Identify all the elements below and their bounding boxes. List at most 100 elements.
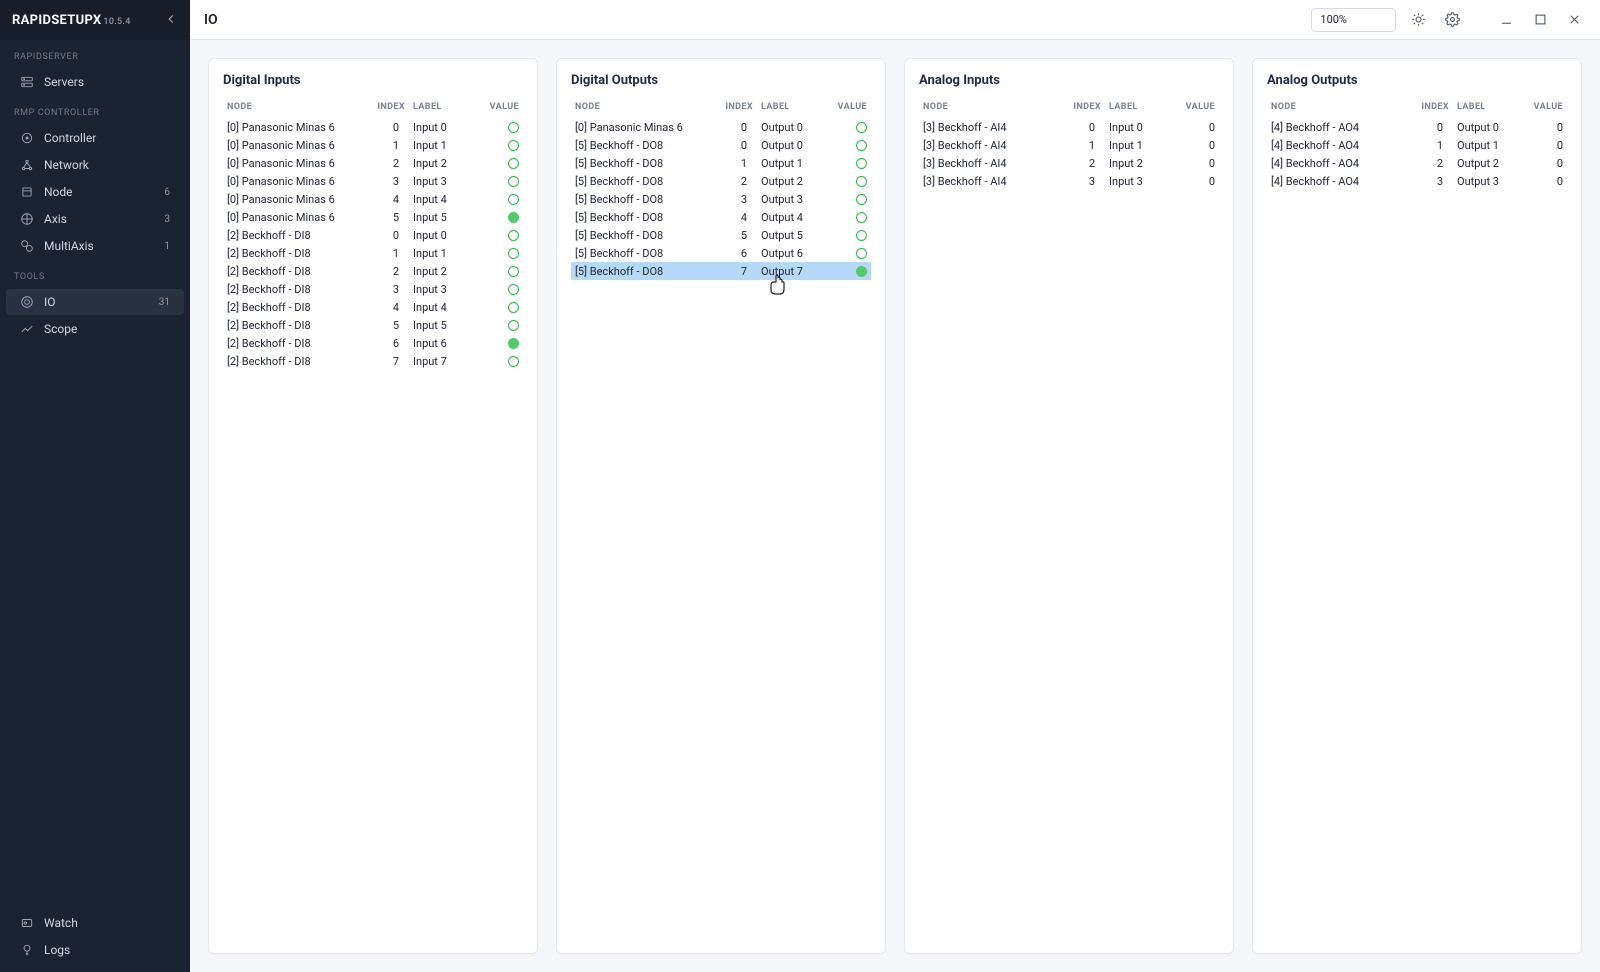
sidebar-item-controller[interactable]: Controller [6, 125, 184, 151]
table-row[interactable]: [0] Panasonic Minas 63Input 3 [223, 172, 523, 190]
table-row[interactable]: [2] Beckhoff - DI85Input 5 [223, 316, 523, 334]
col-node: NODE [919, 98, 1057, 118]
cell-label: Output 3 [757, 190, 829, 208]
table-row[interactable]: [5] Beckhoff - DO84Output 4 [571, 208, 871, 226]
status-led[interactable] [856, 212, 867, 223]
cell-label: Output 0 [1453, 118, 1525, 136]
cell-node: [2] Beckhoff - DI8 [223, 298, 361, 316]
col-value: VALUE [1525, 98, 1567, 118]
cell-node: [3] Beckhoff - AI4 [919, 172, 1057, 190]
status-led[interactable] [856, 230, 867, 241]
cell-label: Input 5 [409, 208, 481, 226]
status-led [508, 284, 519, 295]
table-row[interactable]: [2] Beckhoff - DI86Input 6 [223, 334, 523, 352]
cell-index: 4 [709, 208, 757, 226]
table-row[interactable]: [4] Beckhoff - AO40Output 00 [1267, 118, 1567, 136]
sidebar-item-servers[interactable]: Servers [6, 69, 184, 95]
table-row[interactable]: [2] Beckhoff - DI80Input 0 [223, 226, 523, 244]
settings-button[interactable] [1440, 8, 1464, 32]
sidebar-item-scope[interactable]: Scope [6, 316, 184, 342]
table-row[interactable]: [3] Beckhoff - AI41Input 10 [919, 136, 1219, 154]
sidebar-item-label: Controller [44, 131, 160, 145]
table-row[interactable]: [0] Panasonic Minas 62Input 2 [223, 154, 523, 172]
cell-index: 0 [709, 136, 757, 154]
table-row[interactable]: [0] Panasonic Minas 60Output 0 [571, 118, 871, 136]
sidebar: RAPIDSETUPX10.5.4 RAPIDSERVERServersRMP … [0, 0, 190, 972]
sidebar-item-io[interactable]: IO31 [6, 289, 184, 315]
content-area: Digital InputsNODEINDEXLABELVALUE[0] Pan… [190, 40, 1600, 972]
table-row[interactable]: [0] Panasonic Minas 65Input 5 [223, 208, 523, 226]
table-row[interactable]: [2] Beckhoff - DI87Input 7 [223, 352, 523, 370]
table-row[interactable]: [4] Beckhoff - AO41Output 10 [1267, 136, 1567, 154]
sidebar-item-label: MultiAxis [44, 239, 154, 253]
cell-node: [0] Panasonic Minas 6 [223, 154, 361, 172]
zoom-in-button[interactable] [1375, 9, 1395, 31]
window-minimize-button[interactable] [1494, 8, 1518, 32]
panel-din: Digital InputsNODEINDEXLABELVALUE[0] Pan… [208, 58, 538, 954]
cell-index: 2 [361, 154, 409, 172]
table-row[interactable]: [2] Beckhoff - DI83Input 3 [223, 280, 523, 298]
table-row[interactable]: [5] Beckhoff - DO80Output 0 [571, 136, 871, 154]
sidebar-item-badge: 1 [164, 241, 170, 252]
table-row[interactable]: [5] Beckhoff - DO83Output 3 [571, 190, 871, 208]
status-led[interactable] [856, 266, 867, 277]
table-row[interactable]: [5] Beckhoff - DO81Output 1 [571, 154, 871, 172]
cell-value: 0 [1525, 118, 1567, 136]
status-led[interactable] [856, 122, 867, 133]
table-row[interactable]: [0] Panasonic Minas 60Input 0 [223, 118, 523, 136]
theme-toggle-button[interactable] [1406, 8, 1430, 32]
cell-index: 4 [361, 190, 409, 208]
table-row[interactable]: [2] Beckhoff - DI82Input 2 [223, 262, 523, 280]
sidebar-item-node[interactable]: Node6 [6, 179, 184, 205]
table-row[interactable]: [3] Beckhoff - AI40Input 00 [919, 118, 1219, 136]
window-close-button[interactable] [1562, 8, 1586, 32]
panel-title: Analog Inputs [919, 73, 1219, 88]
table-row[interactable]: [5] Beckhoff - DO85Output 5 [571, 226, 871, 244]
sidebar-item-label: Node [44, 185, 154, 199]
cell-value: 0 [1177, 154, 1219, 172]
table-row[interactable]: [4] Beckhoff - AO42Output 20 [1267, 154, 1567, 172]
zoom-out-button[interactable] [1355, 9, 1375, 31]
sidebar-item-watch[interactable]: Watch [6, 910, 184, 936]
cell-label: Input 0 [409, 118, 481, 136]
table-row[interactable]: [0] Panasonic Minas 64Input 4 [223, 190, 523, 208]
cell-label: Input 2 [409, 154, 481, 172]
table-row[interactable]: [5] Beckhoff - DO87Output 7 [571, 262, 871, 280]
status-led [508, 140, 519, 151]
table-row[interactable]: [3] Beckhoff - AI42Input 20 [919, 154, 1219, 172]
col-index: INDEX [709, 98, 757, 118]
table-row[interactable]: [5] Beckhoff - DO82Output 2 [571, 172, 871, 190]
sidebar-collapse-button[interactable] [164, 12, 178, 29]
table-row[interactable]: [0] Panasonic Minas 61Input 1 [223, 136, 523, 154]
table-row[interactable]: [2] Beckhoff - DI84Input 4 [223, 298, 523, 316]
sidebar-item-logs[interactable]: Logs [6, 937, 184, 963]
status-led[interactable] [856, 248, 867, 259]
sidebar-section-label: RMP CONTROLLER [0, 96, 190, 124]
sidebar-item-network[interactable]: Network [6, 152, 184, 178]
table-row[interactable]: [4] Beckhoff - AO43Output 30 [1267, 172, 1567, 190]
cell-index: 0 [361, 226, 409, 244]
cell-index: 2 [361, 262, 409, 280]
page-title: IO [204, 12, 218, 28]
status-led[interactable] [856, 176, 867, 187]
cell-node: [5] Beckhoff - DO8 [571, 172, 709, 190]
col-node: NODE [1267, 98, 1405, 118]
table-row[interactable]: [5] Beckhoff - DO86Output 6 [571, 244, 871, 262]
sidebar-item-multiaxis[interactable]: MultiAxis 1 [6, 233, 184, 259]
status-led[interactable] [856, 140, 867, 151]
status-led[interactable] [856, 158, 867, 169]
cell-node: [2] Beckhoff - DI8 [223, 226, 361, 244]
multiaxis-icon [20, 239, 34, 253]
status-led [508, 230, 519, 241]
table-row[interactable]: [3] Beckhoff - AI43Input 30 [919, 172, 1219, 190]
table-row[interactable]: [2] Beckhoff - DI81Input 1 [223, 244, 523, 262]
cell-label: Input 2 [409, 262, 481, 280]
io-table: NODEINDEXLABELVALUE[3] Beckhoff - AI40In… [919, 98, 1219, 190]
cell-label: Input 7 [409, 352, 481, 370]
status-led [508, 194, 519, 205]
sidebar-item-axis[interactable]: Axis3 [6, 206, 184, 232]
col-node: NODE [223, 98, 361, 118]
window-maximize-button[interactable] [1528, 8, 1552, 32]
cell-node: [5] Beckhoff - DO8 [571, 136, 709, 154]
status-led[interactable] [856, 194, 867, 205]
